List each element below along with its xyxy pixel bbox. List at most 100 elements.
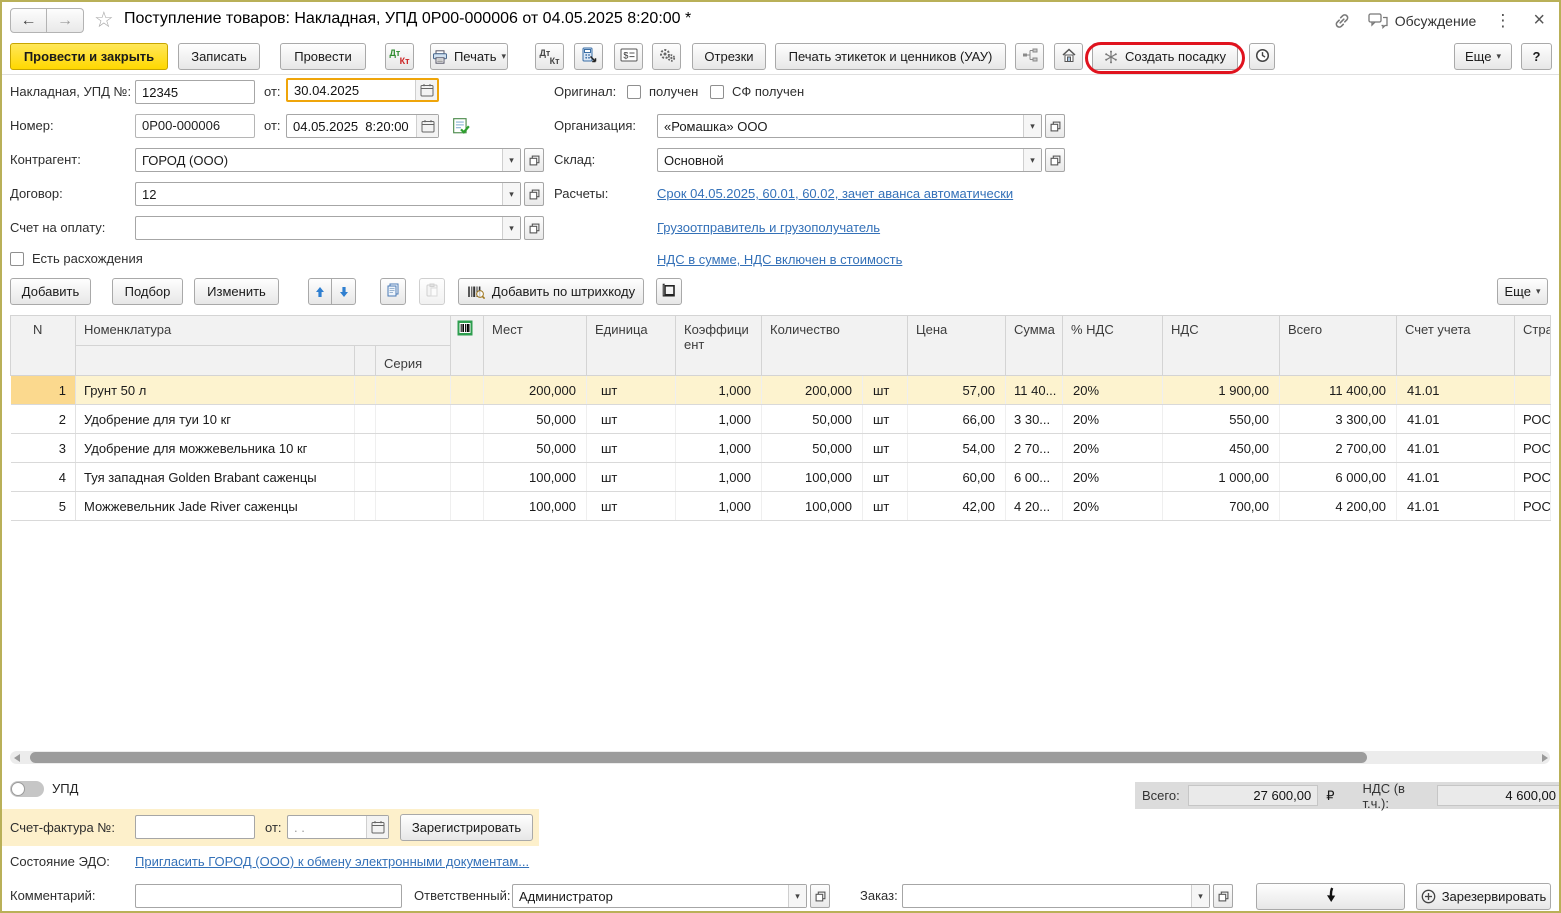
dt-kt-button[interactable]: ДтКт (385, 43, 414, 70)
cell-nomenclature[interactable]: Удобрение для можжевельника 10 кг (76, 434, 355, 463)
scroll-left-arrow-icon[interactable] (14, 754, 20, 762)
cell-unit[interactable]: шт (587, 376, 676, 405)
cell-price[interactable]: 57,00 (908, 376, 1006, 405)
grid-more-button[interactable]: Еще ▾ (1497, 278, 1548, 305)
table-row[interactable]: 4 Туя западная Golden Brabant саженцы 10… (11, 463, 1551, 492)
back-button[interactable]: ← (10, 8, 47, 33)
cell-qty-unit[interactable]: шт (863, 376, 908, 405)
chevron-down-icon[interactable]: ▾ (502, 149, 520, 171)
move-down-button[interactable] (332, 278, 356, 305)
table-row[interactable]: 5 Можжевельник Jade River саженцы 100,00… (11, 492, 1551, 521)
contract-open-button[interactable] (524, 182, 544, 206)
cell-n[interactable]: 1 (11, 376, 76, 405)
cell-account[interactable]: 41.01 (1397, 434, 1515, 463)
cell-barcode[interactable] (451, 405, 484, 434)
copy-rows-button[interactable] (380, 278, 406, 305)
cell-price[interactable]: 60,00 (908, 463, 1006, 492)
print-button[interactable]: Печать ▾ (430, 43, 508, 70)
cell-qty[interactable]: 50,000 (762, 434, 863, 463)
sf-number-input[interactable] (135, 815, 255, 839)
organization-combo[interactable]: «Ромашка» ООО ▾ (657, 114, 1042, 138)
cell-total[interactable]: 4 200,00 (1280, 492, 1397, 521)
cell-n[interactable]: 5 (11, 492, 76, 521)
structure-button[interactable] (1015, 43, 1044, 70)
responsible-combo[interactable]: Администратор ▾ (512, 884, 807, 908)
cell-account[interactable]: 41.01 (1397, 463, 1515, 492)
cell-qty[interactable]: 200,000 (762, 376, 863, 405)
cell-seria[interactable] (376, 492, 451, 521)
cell-vat-pct[interactable]: 20% (1063, 434, 1163, 463)
cell-vat-pct[interactable]: 20% (1063, 492, 1163, 521)
add-by-barcode-button[interactable]: Добавить по штрихкоду (458, 278, 644, 305)
cell-mest[interactable]: 100,000 (484, 463, 587, 492)
cell-account[interactable]: 41.01 (1397, 492, 1515, 521)
favorite-star-icon[interactable]: ☆ (94, 7, 114, 33)
number-field[interactable]: 0Р00-000006 (135, 114, 255, 138)
cell-vat-pct[interactable]: 20% (1063, 463, 1163, 492)
post-button[interactable]: Провести (280, 43, 366, 70)
calendar-icon[interactable] (416, 115, 438, 137)
cell-country[interactable]: РОС (1515, 405, 1551, 434)
calculator-button[interactable] (574, 43, 603, 70)
cell-nomenclature[interactable]: Грунт 50 л (76, 376, 355, 405)
cell-total[interactable]: 2 700,00 (1280, 434, 1397, 463)
cell-sum[interactable]: 11 40... (1006, 376, 1063, 405)
sf-received-checkbox[interactable] (710, 85, 724, 99)
table-row[interactable]: 1 Грунт 50 л 200,000 шт 1,000 200,000 шт… (11, 376, 1551, 405)
cell-country[interactable]: РОС (1515, 492, 1551, 521)
warehouse-combo[interactable]: Основной ▾ (657, 148, 1042, 172)
history-button[interactable] (1249, 43, 1275, 70)
calendar-icon[interactable] (366, 816, 388, 838)
cell-vat[interactable]: 1 900,00 (1163, 376, 1280, 405)
fill-down-button[interactable] (1256, 883, 1405, 910)
cell-coeff[interactable]: 1,000 (676, 376, 762, 405)
has-discrepancies-checkbox[interactable] (10, 252, 24, 266)
cell-coeff[interactable]: 1,000 (676, 405, 762, 434)
cell-qty[interactable]: 50,000 (762, 405, 863, 434)
pick-button[interactable]: Подбор (112, 278, 183, 305)
cell-unit[interactable]: шт (587, 405, 676, 434)
cell-vat[interactable]: 450,00 (1163, 434, 1280, 463)
table-row[interactable]: 2 Удобрение для туи 10 кг 50,000 шт 1,00… (11, 405, 1551, 434)
cell-sum[interactable]: 2 70... (1006, 434, 1063, 463)
write-button[interactable]: Записать (178, 43, 260, 70)
cell-sum[interactable]: 6 00... (1006, 463, 1063, 492)
responsible-open-button[interactable] (810, 884, 830, 908)
cell-barcode[interactable] (451, 434, 484, 463)
more-button[interactable]: Еще ▾ (1454, 43, 1512, 70)
warehouse-open-button[interactable] (1045, 148, 1065, 172)
counterparty-open-button[interactable] (524, 148, 544, 172)
chevron-down-icon[interactable]: ▾ (1023, 149, 1041, 171)
cell-blank[interactable] (355, 492, 376, 521)
scroll-right-arrow-icon[interactable] (1542, 754, 1548, 762)
counterparty-combo[interactable]: ГОРОД (ООО) ▾ (135, 148, 521, 172)
create-planting-button[interactable]: Создать посадку (1092, 43, 1238, 70)
cell-qty[interactable]: 100,000 (762, 492, 863, 521)
window-mode-button[interactable] (656, 278, 682, 305)
chevron-down-icon[interactable]: ▾ (502, 183, 520, 205)
home-button[interactable] (1054, 43, 1083, 70)
print-labels-button[interactable]: Печать этикеток и ценников (УАУ) (775, 43, 1006, 70)
cell-total[interactable]: 6 000,00 (1280, 463, 1397, 492)
cell-mest[interactable]: 50,000 (484, 405, 587, 434)
comment-input[interactable] (135, 884, 402, 908)
chevron-down-icon[interactable]: ▾ (788, 885, 806, 907)
cell-vat-pct[interactable]: 20% (1063, 405, 1163, 434)
cell-unit[interactable]: шт (587, 492, 676, 521)
cell-n[interactable]: 3 (11, 434, 76, 463)
organization-open-button[interactable] (1045, 114, 1065, 138)
segments-button[interactable]: Отрезки (692, 43, 766, 70)
cell-qty[interactable]: 100,000 (762, 463, 863, 492)
cell-sum[interactable]: 3 30... (1006, 405, 1063, 434)
cell-qty-unit[interactable]: шт (863, 434, 908, 463)
cell-vat[interactable]: 550,00 (1163, 405, 1280, 434)
add-row-button[interactable]: Добавить (10, 278, 91, 305)
cell-n[interactable]: 2 (11, 405, 76, 434)
link-icon[interactable] (1331, 11, 1353, 31)
help-button[interactable]: ? (1521, 43, 1552, 70)
cell-barcode[interactable] (451, 463, 484, 492)
forward-button[interactable]: → (47, 8, 84, 33)
close-icon[interactable]: × (1529, 9, 1549, 32)
sf-date-field[interactable]: . . (287, 815, 389, 839)
discussion-button[interactable]: Обсуждение (1367, 11, 1477, 31)
